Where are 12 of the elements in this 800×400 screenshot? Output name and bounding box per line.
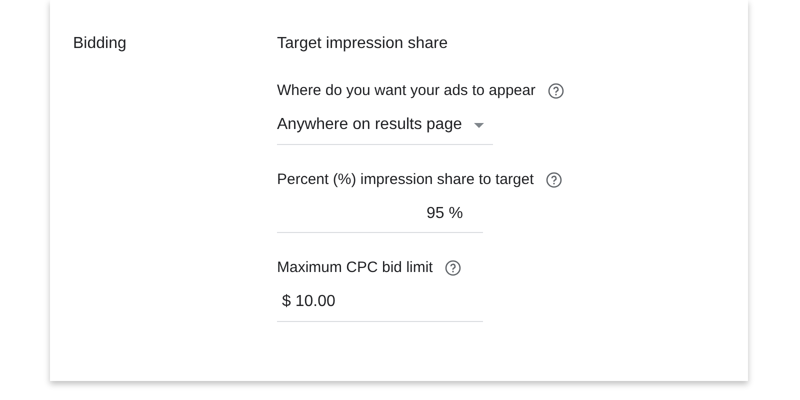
field-label: Maximum CPC bid limit (277, 258, 433, 278)
strategy-title: Target impression share (277, 34, 449, 54)
bid-limit-field[interactable]: $ 10.00 (277, 284, 483, 322)
caret-icon (474, 122, 484, 128)
help-icon[interactable] (548, 83, 564, 100)
percent-field[interactable]: 95 % (277, 195, 483, 233)
placement-dropdown[interactable]: Anywhere on results page (277, 106, 493, 144)
help-icon[interactable] (444, 260, 461, 276)
section-label: Bidding (73, 34, 128, 54)
field-label: Where do you want your ads to appear (277, 81, 536, 101)
field-label: Percent (%) impression share to target (277, 170, 534, 190)
help-icon[interactable] (546, 172, 562, 188)
